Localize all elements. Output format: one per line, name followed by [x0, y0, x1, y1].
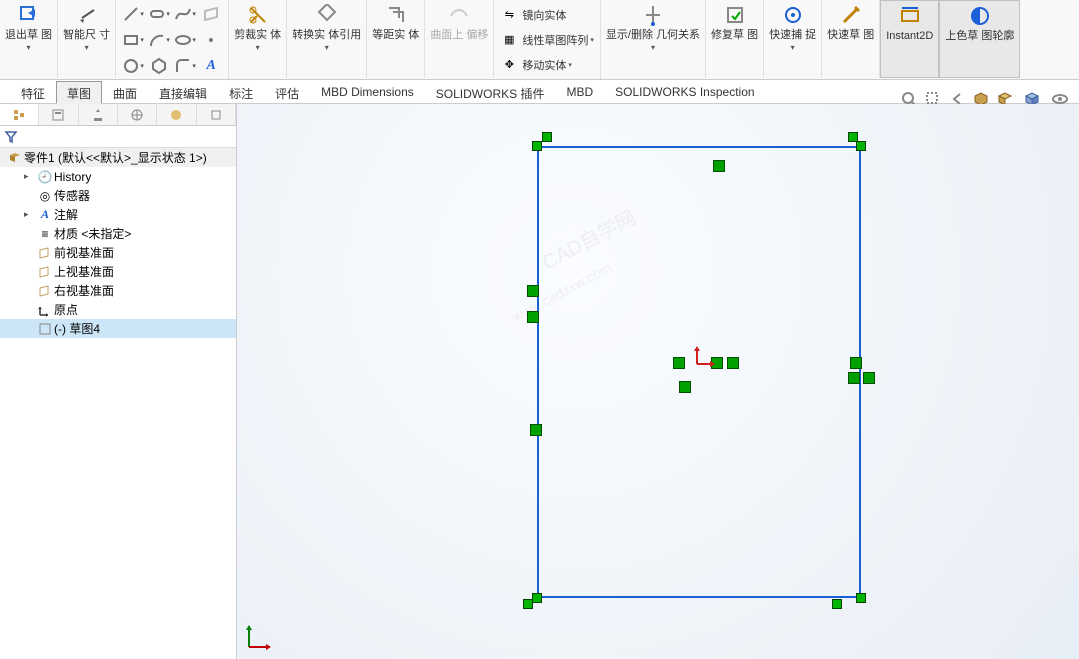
quick-sketch-button[interactable]: 快速草 图: [822, 0, 880, 78]
fillet-tool-icon[interactable]: ▾: [172, 53, 198, 79]
tab-mbd-dimensions[interactable]: MBD Dimensions: [310, 81, 425, 104]
graphics-area[interactable]: CAD自学网 www.cadzxw.com: [237, 104, 1079, 659]
endpoint[interactable]: [532, 141, 542, 151]
relation-icon[interactable]: [863, 372, 875, 384]
trim-button[interactable]: 剪裁实 体▾: [229, 0, 287, 78]
arc-tool-icon[interactable]: ▾: [146, 27, 172, 53]
display-manager-tab-icon[interactable]: [157, 104, 196, 125]
tab-sw-addins[interactable]: SOLIDWORKS 插件: [425, 81, 556, 104]
tab-surface[interactable]: 曲面: [102, 81, 148, 104]
linear-pattern-button[interactable]: ▦线性草图阵列▾: [500, 27, 594, 52]
main-area: 零件1 (默认<<默认>_显示状态 1>) ▸🕘History ◎传感器 ▸A注…: [0, 104, 1079, 659]
feature-tree-tab-icon[interactable]: [0, 104, 39, 125]
relation-icon[interactable]: [679, 381, 691, 393]
relation-icon[interactable]: [711, 357, 723, 369]
sketch-point[interactable]: [832, 599, 842, 609]
ribbon-toolbar: 退出草 图 ▾ 智能尺 寸 ▾ ▾ ▾ ▾ ▾ ▾ ▾ ▾ ▾ A 剪裁实 体▾…: [0, 0, 1079, 80]
surface-offset-button: 曲面上 偏移: [425, 0, 494, 78]
tree-origin[interactable]: 原点: [0, 300, 236, 319]
sketch-tools-grid: ▾ ▾ ▾ ▾ ▾ ▾ ▾ ▾ A: [116, 0, 229, 79]
display-relations-button[interactable]: 显示/删除 几何关系▾: [601, 0, 706, 78]
exit-sketch-button[interactable]: 退出草 图 ▾: [0, 0, 58, 78]
slot-tool-icon[interactable]: ▾: [146, 1, 172, 27]
endpoint[interactable]: [532, 593, 542, 603]
dimxpert-tab-icon[interactable]: [118, 104, 157, 125]
rectangle-tool-icon[interactable]: ▾: [120, 27, 146, 53]
tree-top-plane[interactable]: 上视基准面: [0, 262, 236, 281]
tree-material[interactable]: ≡材质 <未指定>: [0, 224, 236, 243]
tab-direct-edit[interactable]: 直接编辑: [148, 81, 218, 104]
manager-tabs: [0, 104, 236, 126]
point-tool-icon[interactable]: [198, 27, 224, 53]
sketch-point[interactable]: [542, 132, 552, 142]
tree-front-plane[interactable]: 前视基准面: [0, 243, 236, 262]
polygon-tool-icon[interactable]: [146, 53, 172, 79]
tree-sensors[interactable]: ◎传感器: [0, 186, 236, 205]
feature-tree: 零件1 (默认<<默认>_显示状态 1>) ▸🕘History ◎传感器 ▸A注…: [0, 148, 236, 659]
convert-entities-button[interactable]: 转换实 体引用▾: [287, 0, 367, 78]
tab-annotate[interactable]: 标注: [218, 81, 264, 104]
line-tool-icon[interactable]: ▾: [120, 1, 146, 27]
tab-sketch[interactable]: 草图: [56, 81, 102, 104]
text-tool-icon[interactable]: A: [198, 53, 224, 79]
spline-tool-icon[interactable]: ▾: [172, 1, 198, 27]
vertical-relation-icon[interactable]: [527, 285, 539, 297]
view-triad-icon: [241, 615, 281, 655]
circle-tool-icon[interactable]: ▾: [120, 53, 146, 79]
shade-contour-button[interactable]: 上色草 图轮廓: [939, 0, 1020, 78]
move-entities-button[interactable]: ✥移动实体▾: [500, 52, 594, 77]
endpoint[interactable]: [856, 593, 866, 603]
tab-evaluate[interactable]: 评估: [264, 81, 310, 104]
quick-snap-button[interactable]: 快速捕 捉▾: [764, 0, 822, 78]
mirror-entities-button[interactable]: ⇋镜向实体: [500, 2, 594, 27]
instant2d-button[interactable]: Instant2D: [880, 0, 939, 78]
offset-entities-button[interactable]: 等距实 体: [367, 0, 425, 78]
vertical-relation-icon[interactable]: [530, 424, 542, 436]
config-manager-tab-icon[interactable]: [79, 104, 118, 125]
filter-row[interactable]: [0, 126, 236, 148]
vertical-relation-icon[interactable]: [850, 357, 862, 369]
mirror-pattern-stack: ⇋镜向实体 ▦线性草图阵列▾ ✥移动实体▾: [494, 0, 601, 79]
vertical-relation-icon[interactable]: [527, 311, 539, 323]
tab-mbd[interactable]: MBD: [555, 81, 604, 104]
plane-tool-icon[interactable]: [198, 1, 224, 27]
property-manager-tab-icon[interactable]: [39, 104, 78, 125]
tree-history[interactable]: ▸🕘History: [0, 167, 236, 186]
tree-right-plane[interactable]: 右视基准面: [0, 281, 236, 300]
smart-dimension-button[interactable]: 智能尺 寸 ▾: [58, 0, 116, 78]
sketch-rectangle[interactable]: [537, 146, 861, 598]
tree-root-label: 零件1 (默认<<默认>_显示状态 1>): [24, 149, 207, 166]
repair-sketch-button[interactable]: 修复草 图: [706, 0, 764, 78]
horizontal-relation-icon[interactable]: [713, 160, 725, 172]
cam-manager-tab-icon[interactable]: [197, 104, 236, 125]
tree-sketch4[interactable]: (-) 草图4: [0, 319, 236, 338]
filter-icon: [4, 130, 18, 144]
relation-icon[interactable]: [848, 372, 860, 384]
tree-root[interactable]: 零件1 (默认<<默认>_显示状态 1>): [0, 148, 236, 167]
tab-features[interactable]: 特征: [10, 81, 56, 104]
ellipse-tool-icon[interactable]: ▾: [172, 27, 198, 53]
relation-icon[interactable]: [727, 357, 739, 369]
relation-icon[interactable]: [673, 357, 685, 369]
endpoint[interactable]: [856, 141, 866, 151]
sketch-point[interactable]: [523, 599, 533, 609]
feature-manager-panel: 零件1 (默认<<默认>_显示状态 1>) ▸🕘History ◎传感器 ▸A注…: [0, 104, 237, 659]
sketch-point[interactable]: [848, 132, 858, 142]
tab-sw-inspection[interactable]: SOLIDWORKS Inspection: [604, 81, 765, 104]
tree-annotations[interactable]: ▸A注解: [0, 205, 236, 224]
